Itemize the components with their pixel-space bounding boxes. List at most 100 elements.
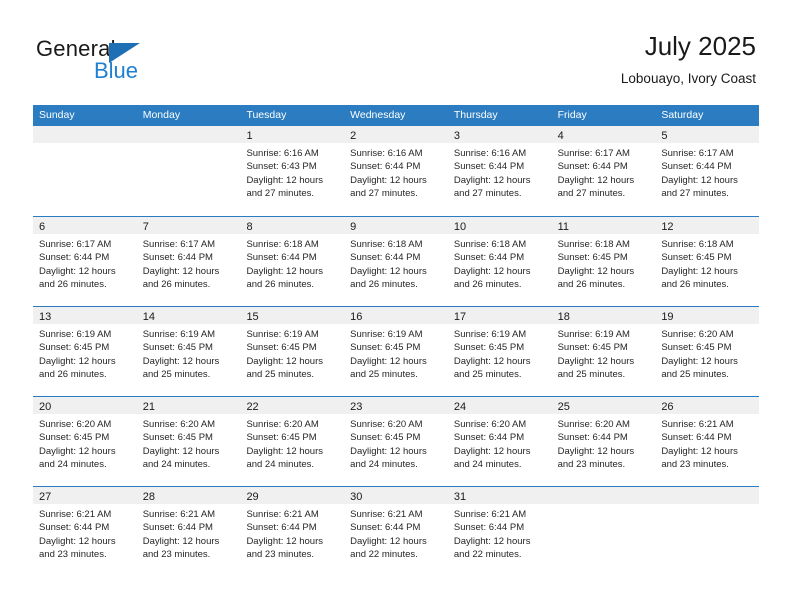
day-cell-29[interactable]: 29 Sunrise: 6:21 AM Sunset: 6:44 PM Dayligh… bbox=[240, 487, 345, 576]
day-detail-line: Sunrise: 6:20 AM bbox=[453, 419, 527, 430]
day-number-band: 27 bbox=[33, 487, 137, 504]
day-detail-line: Daylight: 12 hours bbox=[557, 355, 635, 367]
day-cell-15[interactable]: 15 Sunrise: 6:19 AM Sunset: 6:45 PM Dayligh… bbox=[240, 307, 345, 396]
day-detail-line: Sunset: 6:44 PM bbox=[39, 252, 110, 264]
day-number: 27 bbox=[39, 491, 52, 503]
day-cell-26[interactable]: 26 Sunrise: 6:21 AM Sunset: 6:44 PM Dayligh… bbox=[655, 397, 760, 486]
calendar-week-row: 20 Sunrise: 6:20 AM Sunset: 6:45 PM Dayligh… bbox=[33, 396, 760, 486]
day-cell-3[interactable]: 3 Sunrise: 6:16 AM Sunset: 6:44 PM Daylight… bbox=[447, 126, 552, 216]
day-detail-line: Sunset: 6:45 PM bbox=[453, 342, 525, 354]
day-detail-line: Sunset: 6:45 PM bbox=[246, 342, 317, 354]
page-subtitle: Lobouayo, Ivory Coast bbox=[620, 71, 756, 86]
day-detail-line: and 24 minutes. bbox=[350, 459, 418, 471]
weekday-header-wednesday: Wednesday bbox=[350, 109, 406, 121]
day-detail-line: Sunrise: 6:17 AM bbox=[557, 148, 630, 159]
day-detail-line: Sunset: 6:44 PM bbox=[661, 161, 732, 173]
page-header: General Blue July 2025 Lobouayo, Ivory C… bbox=[0, 0, 792, 104]
day-cell-14[interactable]: 14 Sunrise: 6:19 AM Sunset: 6:45 PM Dayligh… bbox=[136, 307, 241, 396]
day-cell-1[interactable]: 1 Sunrise: 6:16 AM Sunset: 6:43 PM Daylight… bbox=[240, 126, 345, 216]
day-cell-7[interactable]: 7 Sunrise: 6:17 AM Sunset: 6:44 PM Daylight… bbox=[136, 217, 241, 306]
day-detail-line: Sunrise: 6:19 AM bbox=[350, 329, 423, 340]
day-detail-line: Sunset: 6:44 PM bbox=[661, 432, 732, 444]
day-number-band: 23 bbox=[344, 397, 448, 414]
day-detail-line: Daylight: 12 hours bbox=[142, 265, 220, 277]
day-detail-line: and 24 minutes. bbox=[453, 459, 522, 471]
weekday-header-sunday: Sunday bbox=[39, 109, 75, 121]
day-details bbox=[552, 504, 656, 508]
brand-logo[interactable]: General Blue bbox=[36, 36, 216, 86]
day-number: 31 bbox=[453, 491, 467, 503]
day-cell-31[interactable]: 31 Sunrise: 6:21 AM Sunset: 6:44 PM Dayligh… bbox=[447, 487, 552, 576]
page-title: July 2025 bbox=[644, 31, 756, 61]
day-detail-line: and 22 minutes. bbox=[453, 549, 522, 561]
day-cell-27[interactable]: 27 Sunrise: 6:21 AM Sunset: 6:44 PM Dayligh… bbox=[33, 487, 137, 576]
day-cell-12[interactable]: 12 Sunrise: 6:18 AM Sunset: 6:45 PM Dayligh… bbox=[655, 217, 760, 306]
day-details: Sunrise: 6:20 AM Sunset: 6:44 PM Daylight:… bbox=[552, 414, 656, 472]
day-cell-25[interactable]: 25 Sunrise: 6:20 AM Sunset: 6:44 PM Dayligh… bbox=[551, 397, 656, 486]
day-cell-23[interactable]: 23 Sunrise: 6:20 AM Sunset: 6:45 PM Dayligh… bbox=[344, 397, 448, 486]
day-detail-line: Daylight: 12 hours bbox=[142, 355, 220, 367]
day-cell-11[interactable]: 11 Sunrise: 6:18 AM Sunset: 6:45 PM Dayligh… bbox=[551, 217, 656, 306]
day-detail-line: Sunrise: 6:18 AM bbox=[661, 239, 734, 250]
day-number: 30 bbox=[350, 491, 363, 503]
day-details: Sunrise: 6:19 AM Sunset: 6:45 PM Daylight:… bbox=[552, 324, 656, 382]
day-number: 12 bbox=[661, 221, 674, 233]
day-detail-line: and 25 minutes. bbox=[557, 369, 626, 381]
day-detail-line: Sunset: 6:45 PM bbox=[350, 342, 421, 354]
title-block: July 2025 Lobouayo, Ivory Coast bbox=[621, 30, 756, 87]
day-number: 7 bbox=[142, 221, 149, 233]
day-cell-2[interactable]: 2 Sunrise: 6:16 AM Sunset: 6:44 PM Daylight… bbox=[344, 126, 448, 216]
day-detail-line: Sunset: 6:45 PM bbox=[39, 432, 110, 444]
day-detail-line: and 25 minutes. bbox=[350, 369, 418, 381]
calendar-page: General Blue July 2025 Lobouayo, Ivory C… bbox=[0, 0, 792, 612]
day-details: Sunrise: 6:19 AM Sunset: 6:45 PM Daylight:… bbox=[240, 324, 344, 382]
day-detail-line: Sunrise: 6:21 AM bbox=[661, 419, 734, 430]
day-cell-28[interactable]: 28 Sunrise: 6:21 AM Sunset: 6:44 PM Dayligh… bbox=[136, 487, 241, 576]
day-cell-19[interactable]: 19 Sunrise: 6:20 AM Sunset: 6:45 PM Dayligh… bbox=[655, 307, 760, 396]
day-number-band: 8 bbox=[240, 217, 345, 234]
day-cell-30[interactable]: 30 Sunrise: 6:21 AM Sunset: 6:44 PM Dayligh… bbox=[344, 487, 448, 576]
day-detail-line: Daylight: 12 hours bbox=[246, 445, 324, 457]
day-cell-20[interactable]: 20 Sunrise: 6:20 AM Sunset: 6:45 PM Dayligh… bbox=[33, 397, 137, 486]
day-cell-21[interactable]: 21 Sunrise: 6:20 AM Sunset: 6:45 PM Dayligh… bbox=[136, 397, 241, 486]
day-cell-6[interactable]: 6 Sunrise: 6:17 AM Sunset: 6:44 PM Daylight… bbox=[33, 217, 137, 306]
day-cell-10[interactable]: 10 Sunrise: 6:18 AM Sunset: 6:44 PM Dayligh… bbox=[447, 217, 552, 306]
day-details: Sunrise: 6:21 AM Sunset: 6:44 PM Daylight:… bbox=[448, 504, 552, 562]
day-detail-line: Sunrise: 6:17 AM bbox=[142, 239, 216, 250]
day-cell-5[interactable]: 5 Sunrise: 6:17 AM Sunset: 6:44 PM Daylight… bbox=[655, 126, 760, 216]
day-number-band: 22 bbox=[240, 397, 345, 414]
day-cell-empty bbox=[33, 126, 137, 216]
day-cell-22[interactable]: 22 Sunrise: 6:20 AM Sunset: 6:45 PM Dayligh… bbox=[240, 397, 345, 486]
day-detail-line: and 27 minutes. bbox=[557, 188, 626, 200]
day-cell-8[interactable]: 8 Sunrise: 6:18 AM Sunset: 6:44 PM Daylight… bbox=[240, 217, 345, 306]
day-detail-line: Daylight: 12 hours bbox=[661, 445, 738, 457]
day-details: Sunrise: 6:18 AM Sunset: 6:44 PM Daylight:… bbox=[344, 234, 448, 292]
weekday-header-friday: Friday bbox=[557, 109, 587, 121]
day-number: 22 bbox=[246, 401, 259, 413]
day-cell-16[interactable]: 16 Sunrise: 6:19 AM Sunset: 6:45 PM Dayligh… bbox=[344, 307, 448, 396]
day-detail-line: Daylight: 12 hours bbox=[661, 355, 738, 367]
day-details: Sunrise: 6:21 AM Sunset: 6:44 PM Daylight:… bbox=[344, 504, 448, 562]
day-number-band: 7 bbox=[136, 217, 241, 234]
day-number: 3 bbox=[453, 130, 460, 142]
day-cell-17[interactable]: 17 Sunrise: 6:19 AM Sunset: 6:45 PM Dayligh… bbox=[447, 307, 552, 396]
day-cell-13[interactable]: 13 Sunrise: 6:19 AM Sunset: 6:45 PM Dayligh… bbox=[33, 307, 137, 396]
day-details: Sunrise: 6:20 AM Sunset: 6:44 PM Daylight:… bbox=[448, 414, 552, 472]
day-detail-line: Sunrise: 6:21 AM bbox=[246, 509, 319, 520]
day-detail-line: and 26 minutes. bbox=[39, 369, 107, 381]
day-detail-line: and 27 minutes. bbox=[453, 188, 522, 200]
day-detail-line: Daylight: 12 hours bbox=[453, 265, 531, 277]
day-cell-4[interactable]: 4 Sunrise: 6:17 AM Sunset: 6:44 PM Daylight… bbox=[551, 126, 656, 216]
day-detail-line: Daylight: 12 hours bbox=[661, 174, 738, 186]
day-cell-18[interactable]: 18 Sunrise: 6:19 AM Sunset: 6:45 PM Dayligh… bbox=[551, 307, 656, 396]
day-details: Sunrise: 6:18 AM Sunset: 6:44 PM Daylight:… bbox=[240, 234, 344, 292]
day-detail-line: Sunset: 6:45 PM bbox=[142, 342, 213, 354]
day-cell-24[interactable]: 24 Sunrise: 6:20 AM Sunset: 6:44 PM Dayligh… bbox=[447, 397, 552, 486]
day-cell-9[interactable]: 9 Sunrise: 6:18 AM Sunset: 6:44 PM Daylight… bbox=[344, 217, 448, 306]
weekday-header-saturday: Saturday bbox=[661, 109, 704, 121]
day-detail-line: Sunset: 6:44 PM bbox=[350, 161, 421, 173]
day-detail-line: Daylight: 12 hours bbox=[39, 355, 116, 367]
day-detail-line: Sunset: 6:44 PM bbox=[246, 522, 317, 534]
day-number-band bbox=[33, 126, 137, 143]
day-detail-line: Daylight: 12 hours bbox=[350, 265, 427, 277]
